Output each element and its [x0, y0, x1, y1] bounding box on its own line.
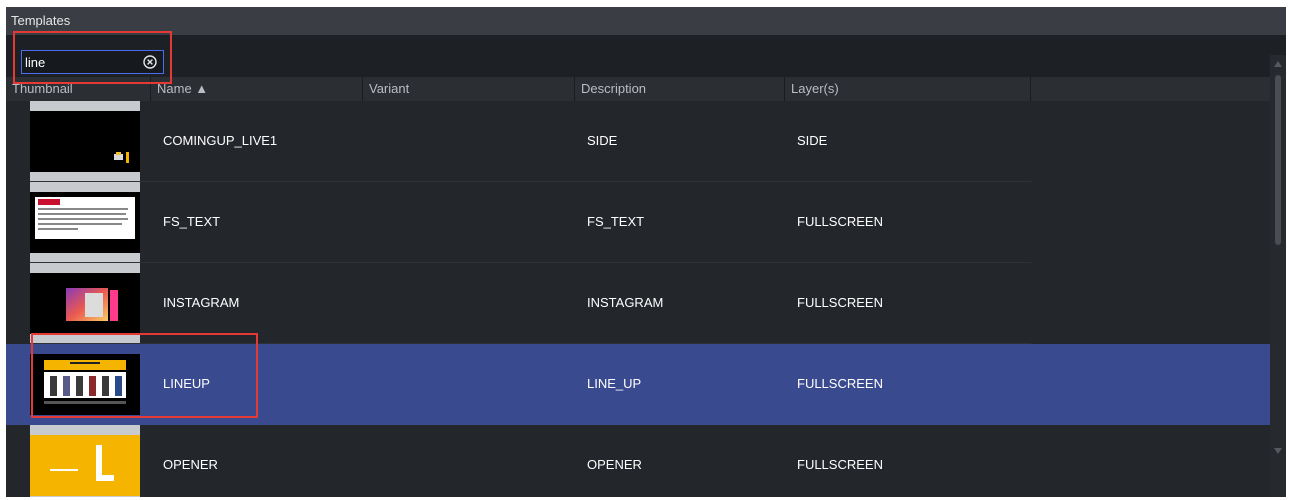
scrollbar-thumb[interactable]	[1275, 75, 1281, 245]
table-row[interactable]: INSTAGRAM INSTAGRAM FULLSCREEN	[6, 263, 1270, 344]
table-row[interactable]: FS_TEXT FS_TEXT FULLSCREEN	[6, 182, 1270, 263]
row-description: INSTAGRAM	[587, 295, 664, 310]
search-bar	[6, 35, 1286, 77]
thumbnail-opener: L	[30, 435, 140, 496]
row-name: INSTAGRAM	[163, 295, 240, 310]
row-description: OPENER	[587, 457, 642, 472]
templates-panel: Templates Thumbnail Name ▲ Variant Descr…	[6, 7, 1286, 497]
thumbnail-fs-text	[30, 192, 140, 253]
column-header-layers[interactable]: Layer(s)	[785, 77, 1031, 101]
lineup-highlight-box	[31, 333, 258, 418]
panel-title: Templates	[6, 7, 1286, 35]
column-header-variant[interactable]: Variant	[363, 77, 575, 101]
table-row[interactable]: COMINGUP_LIVE1 SIDE SIDE	[6, 101, 1270, 182]
table-row[interactable]: L OPENER OPENER FULLSCREEN	[6, 425, 1270, 497]
thumbnail-instagram	[30, 273, 140, 334]
scroll-down-arrow-icon[interactable]	[1274, 448, 1282, 454]
row-name: OPENER	[163, 457, 218, 472]
table-header: Thumbnail Name ▲ Variant Description Lay…	[6, 77, 1270, 101]
scroll-up-arrow-icon[interactable]	[1274, 61, 1282, 67]
template-list: COMINGUP_LIVE1 SIDE SIDE FS_TEXT FS_TEXT…	[6, 101, 1270, 497]
row-layers: FULLSCREEN	[797, 295, 883, 310]
row-description: FS_TEXT	[587, 214, 645, 229]
column-header-description[interactable]: Description	[575, 77, 785, 101]
row-layers: FULLSCREEN	[797, 457, 883, 472]
row-name: COMINGUP_LIVE1	[163, 133, 278, 148]
row-layers: SIDE	[797, 133, 828, 148]
column-header-name[interactable]: Name ▲	[151, 77, 363, 101]
row-layers: FULLSCREEN	[797, 214, 883, 229]
row-description: SIDE	[587, 133, 618, 148]
row-description: LINE_UP	[587, 376, 642, 391]
thumbnail-comingup-live1	[30, 111, 140, 172]
row-name: FS_TEXT	[163, 214, 221, 229]
row-layers: FULLSCREEN	[797, 376, 883, 391]
search-highlight-box	[13, 31, 172, 84]
vertical-scrollbar[interactable]	[1270, 55, 1286, 497]
